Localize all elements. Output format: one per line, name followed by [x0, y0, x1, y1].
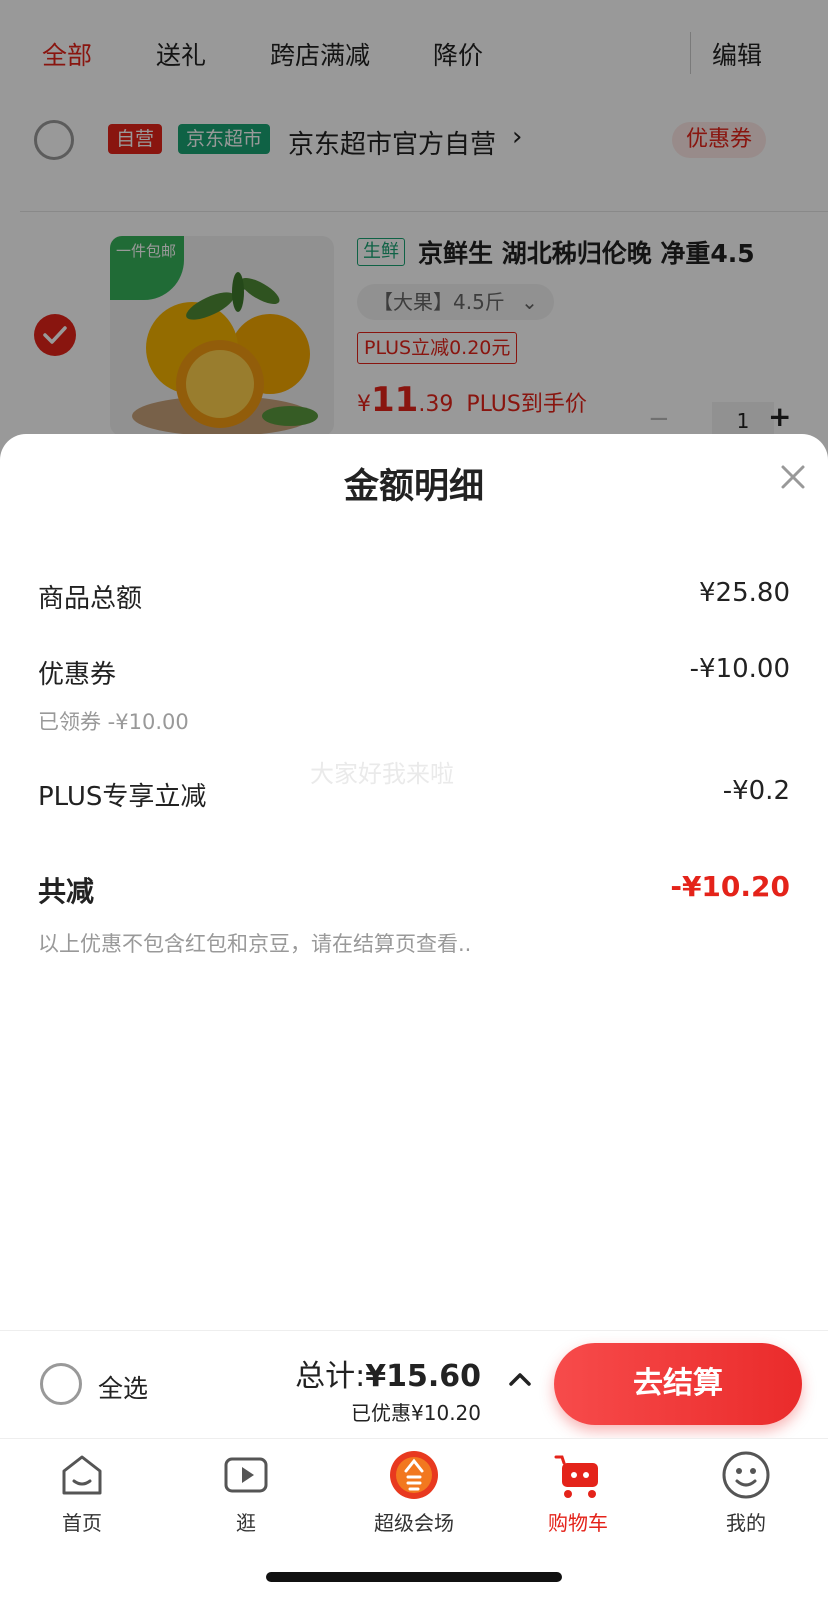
nav-label-super-venue: 超级会场: [374, 1511, 454, 1535]
select-all-label[interactable]: 全选: [98, 1369, 148, 1405]
cart-icon: [554, 1455, 598, 1498]
total-sum: 总计:¥15.60: [295, 1351, 481, 1395]
total-discount-value: -¥10.20: [670, 870, 790, 903]
discount-note: 以上优惠不包含红包和京豆，请在结算页查看..: [38, 932, 472, 956]
amount-detail-sheet: 金额明细 商品总额 ¥25.80 优惠券 -¥10.00 已领券 -¥10.00…: [0, 434, 828, 1330]
goods-total-value: ¥25.80: [699, 578, 790, 608]
home-indicator: [266, 1572, 562, 1582]
chevron-up-icon[interactable]: [508, 1371, 532, 1387]
nav-profile[interactable]: 我的: [686, 1449, 806, 1536]
select-all-radio[interactable]: [40, 1363, 82, 1405]
nav-browse[interactable]: 逛: [186, 1449, 306, 1536]
nav-label-home: 首页: [62, 1511, 102, 1535]
total-amount: ¥15.60: [365, 1359, 481, 1394]
home-icon: [62, 1455, 102, 1495]
checkout-button[interactable]: 去结算: [554, 1343, 802, 1425]
nav-label-cart: 购物车: [548, 1511, 608, 1535]
nav-label-browse: 逛: [236, 1511, 256, 1535]
coupon-label: 优惠券: [38, 660, 117, 690]
bottom-tab-bar: 首页 逛 超级会场 购物车 我的: [0, 1438, 828, 1611]
profile-icon: [722, 1451, 770, 1499]
coupon-value: -¥10.00: [689, 654, 790, 684]
goods-total-label: 商品总额: [38, 584, 143, 614]
nav-home[interactable]: 首页: [22, 1449, 142, 1536]
close-icon[interactable]: [778, 462, 808, 492]
video-icon: [224, 1457, 268, 1493]
coupon-claimed-note: 已领券 -¥10.00: [38, 710, 189, 734]
nav-cart[interactable]: 购物车: [518, 1449, 638, 1536]
nav-label-profile: 我的: [726, 1511, 766, 1535]
total-discount-label: 共减: [38, 875, 95, 908]
nav-super-venue[interactable]: 超级会场: [354, 1449, 474, 1536]
checkout-bar: 全选 总计:¥15.60 已优惠¥10.20 去结算: [0, 1330, 828, 1438]
discount-summary: 已优惠¥10.20: [351, 1401, 481, 1425]
total-prefix: 总计:: [295, 1359, 366, 1394]
super-venue-icon: [390, 1451, 438, 1499]
watermark: 大家好我来啦: [310, 760, 454, 788]
plus-discount-label: PLUS专享立减: [38, 782, 207, 812]
plus-discount-value: -¥0.2: [722, 776, 790, 806]
sheet-title: 金额明细: [343, 467, 484, 507]
modal-backdrop[interactable]: [0, 0, 828, 460]
